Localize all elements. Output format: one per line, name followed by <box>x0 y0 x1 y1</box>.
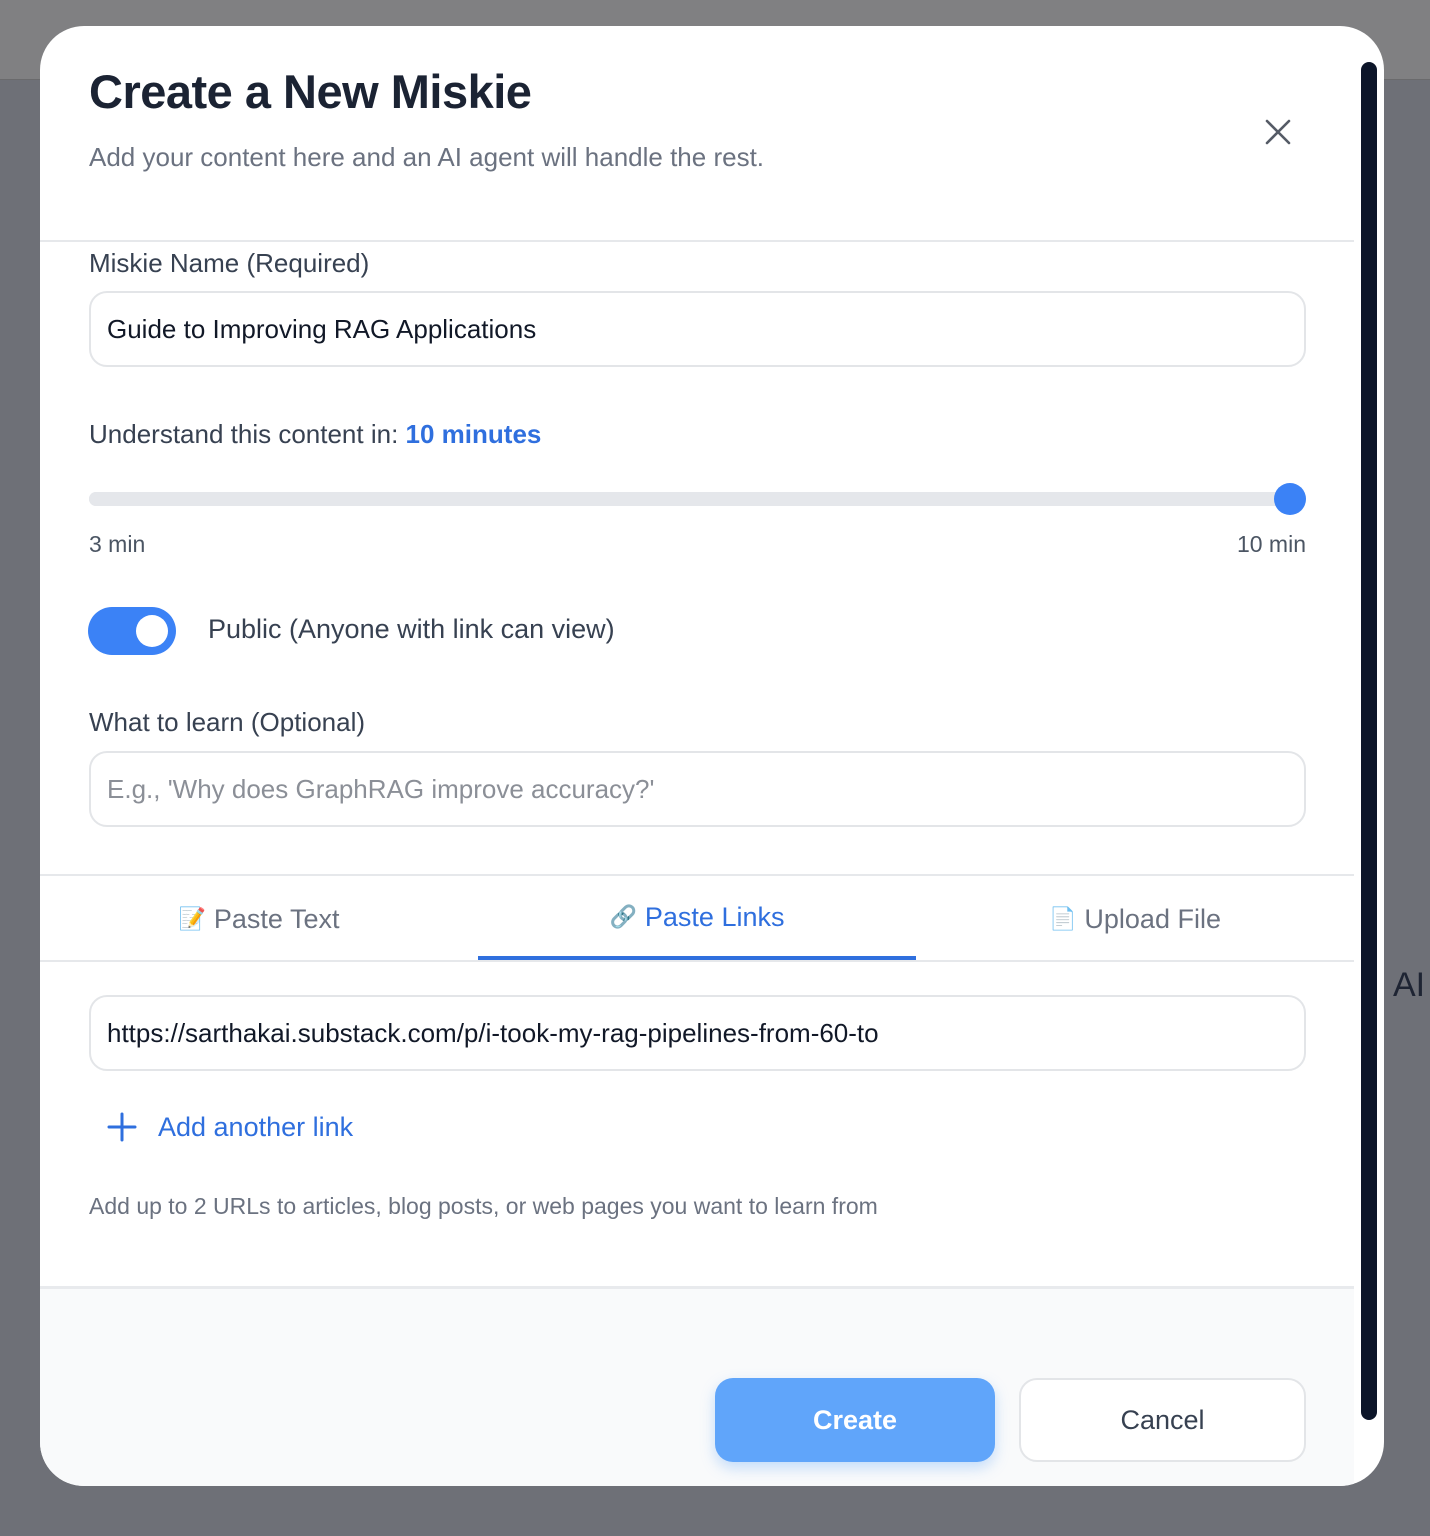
create-miskie-dialog: Create a New Miskie Add your content her… <box>40 26 1384 1486</box>
learn-field-label: What to learn (Optional) <box>89 707 366 737</box>
plus-icon <box>107 1112 137 1142</box>
what-to-learn-input[interactable] <box>89 751 1306 827</box>
duration-slider-thumb[interactable] <box>1274 483 1306 515</box>
name-field-label: Miskie Name (Required) <box>89 248 370 278</box>
duration-slider-track[interactable] <box>89 492 1306 506</box>
slider-max-label: 10 min <box>1236 531 1306 557</box>
document-icon: 📄 <box>1049 906 1077 931</box>
scrollbar[interactable] <box>1361 62 1377 1420</box>
add-link-label: Add another link <box>158 1111 354 1142</box>
close-button[interactable] <box>1260 114 1296 150</box>
content-tabs: 📝 Paste Text 🔗 Paste Links 📄 Upload File <box>40 876 1354 962</box>
links-hint: Add up to 2 URLs to articles, blog posts… <box>89 1193 878 1219</box>
add-another-link-button[interactable]: Add another link <box>106 1111 353 1143</box>
tab-label: Paste Text <box>213 903 340 934</box>
tab-upload-file[interactable]: 📄 Upload File <box>916 876 1354 962</box>
cancel-button[interactable]: Cancel <box>1019 1378 1306 1462</box>
tab-paste-text[interactable]: 📝 Paste Text <box>40 876 478 962</box>
background-text: AI <box>1393 966 1426 1004</box>
public-toggle-label: Public (Anyone with link can view) <box>208 614 615 644</box>
duration-value: 10 minutes <box>405 419 542 449</box>
tab-label: Paste Links <box>644 901 785 932</box>
duration-label-text: Understand this content in: <box>89 419 399 449</box>
close-icon <box>1265 119 1291 145</box>
link-url-input[interactable] <box>89 995 1306 1071</box>
slider-min-label: 3 min <box>89 531 146 557</box>
tabs-bottom-divider <box>40 960 1354 962</box>
header-divider <box>40 240 1354 242</box>
dialog-subtitle: Add your content here and an AI agent wi… <box>89 142 765 172</box>
toggle-knob <box>136 615 168 647</box>
create-button[interactable]: Create <box>715 1378 995 1462</box>
tab-paste-links[interactable]: 🔗 Paste Links <box>478 874 916 960</box>
memo-icon: 📝 <box>178 906 206 931</box>
link-icon: 🔗 <box>609 904 637 929</box>
duration-label: Understand this content in: 10 minutes <box>89 419 541 450</box>
duration-slider-fill <box>89 492 1306 506</box>
miskie-name-input[interactable] <box>89 291 1306 367</box>
public-toggle[interactable] <box>88 607 176 655</box>
dialog-title: Create a New Miskie <box>89 65 532 118</box>
tab-label: Upload File <box>1084 903 1221 934</box>
